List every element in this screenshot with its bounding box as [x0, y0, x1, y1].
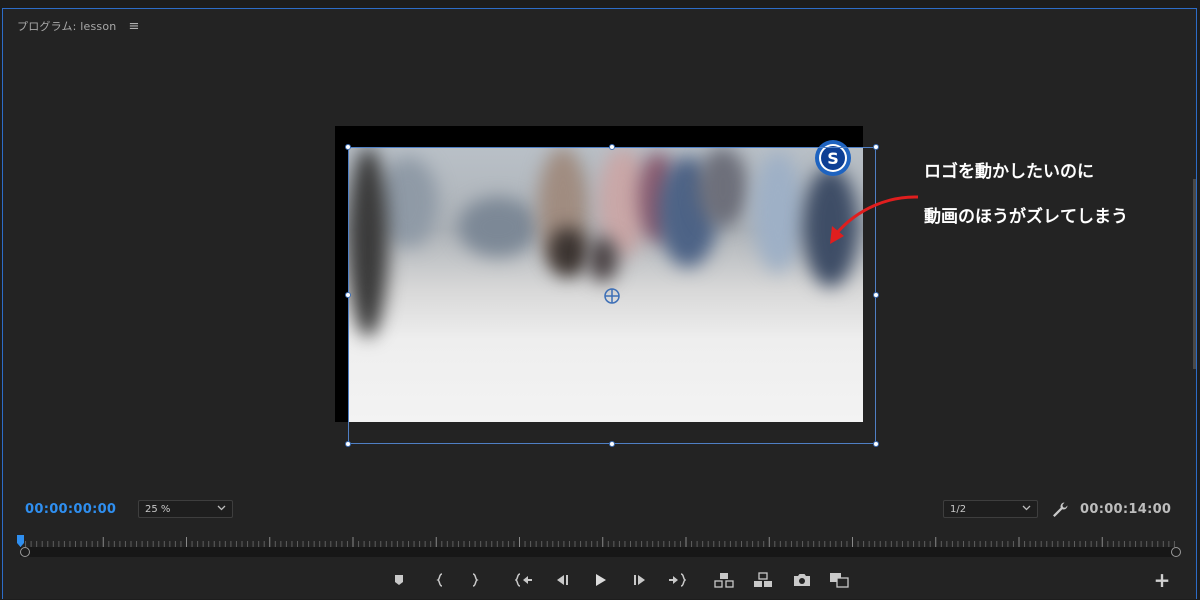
- resize-handle-top-right[interactable]: [873, 144, 879, 150]
- step-back-icon: [557, 575, 568, 585]
- comparison-view-button[interactable]: [828, 570, 850, 590]
- zoom-level-select[interactable]: 25 %: [138, 500, 233, 518]
- resize-handle-right[interactable]: [873, 292, 879, 298]
- resize-handle-bottom[interactable]: [609, 441, 615, 447]
- panel-title[interactable]: プログラム: lesson: [17, 18, 116, 34]
- export-frame-button[interactable]: [791, 570, 813, 590]
- zoom-level-value: 25 %: [145, 503, 171, 515]
- annotation-arrow-icon: [830, 195, 919, 244]
- play-icon: [596, 574, 606, 586]
- resize-handle-bottom-left[interactable]: [345, 441, 351, 447]
- annotation-line-1: ロゴを動かしたいのに: [924, 162, 1094, 182]
- time-ruler[interactable]: [20, 537, 1175, 547]
- hamburger-menu-icon[interactable]: ≡: [128, 19, 139, 34]
- extract-icon: [754, 572, 772, 587]
- mark-out-icon: [472, 573, 479, 587]
- step-forward-icon: [634, 575, 645, 585]
- marker-icon: [395, 575, 403, 585]
- playback-resolution-select[interactable]: 1/2: [943, 500, 1038, 518]
- zoom-scroll-handle-left[interactable]: [20, 547, 30, 557]
- resize-handle-bottom-right[interactable]: [873, 441, 879, 447]
- lift-button[interactable]: [713, 570, 735, 590]
- comparison-view-icon: [830, 573, 849, 588]
- mark-in-button[interactable]: [429, 570, 451, 590]
- resize-handle-top-left[interactable]: [345, 144, 351, 150]
- chevron-down-icon: [217, 505, 226, 511]
- go-to-out-button[interactable]: [666, 570, 688, 590]
- resize-handle-top[interactable]: [609, 144, 615, 150]
- step-forward-button[interactable]: [629, 570, 651, 590]
- duration-timecode: 00:00:14:00: [1080, 502, 1172, 517]
- chevron-down-icon: [1022, 505, 1031, 511]
- add-marker-button[interactable]: [388, 570, 410, 590]
- camera-icon: [794, 574, 810, 586]
- lift-icon: [714, 573, 734, 588]
- annotation-line-2: 動画のほうがズレてしまう: [924, 207, 1128, 227]
- panel-scrollbar[interactable]: [1193, 179, 1196, 369]
- resolution-value: 1/2: [950, 503, 967, 515]
- button-editor-plus-button[interactable]: +: [1151, 568, 1173, 592]
- go-to-out-icon: [669, 573, 686, 587]
- zoom-scroll-handle-right[interactable]: [1171, 547, 1181, 557]
- playhead-marker[interactable]: [17, 532, 24, 547]
- mark-in-icon: [436, 573, 443, 587]
- resize-handle-left[interactable]: [345, 292, 351, 298]
- settings-wrench-icon[interactable]: [1051, 501, 1069, 519]
- play-button[interactable]: [589, 570, 611, 590]
- go-to-in-button[interactable]: [513, 570, 535, 590]
- extract-button[interactable]: [752, 570, 774, 590]
- anchor-point-icon[interactable]: [603, 287, 621, 305]
- go-to-in-icon: [515, 573, 532, 587]
- zoom-scroll-track[interactable]: [20, 547, 1177, 557]
- panel-header: プログラム: lesson ≡: [17, 17, 140, 35]
- current-timecode[interactable]: 00:00:00:00: [25, 502, 116, 517]
- mark-out-button[interactable]: [464, 570, 486, 590]
- step-back-button[interactable]: [551, 570, 573, 590]
